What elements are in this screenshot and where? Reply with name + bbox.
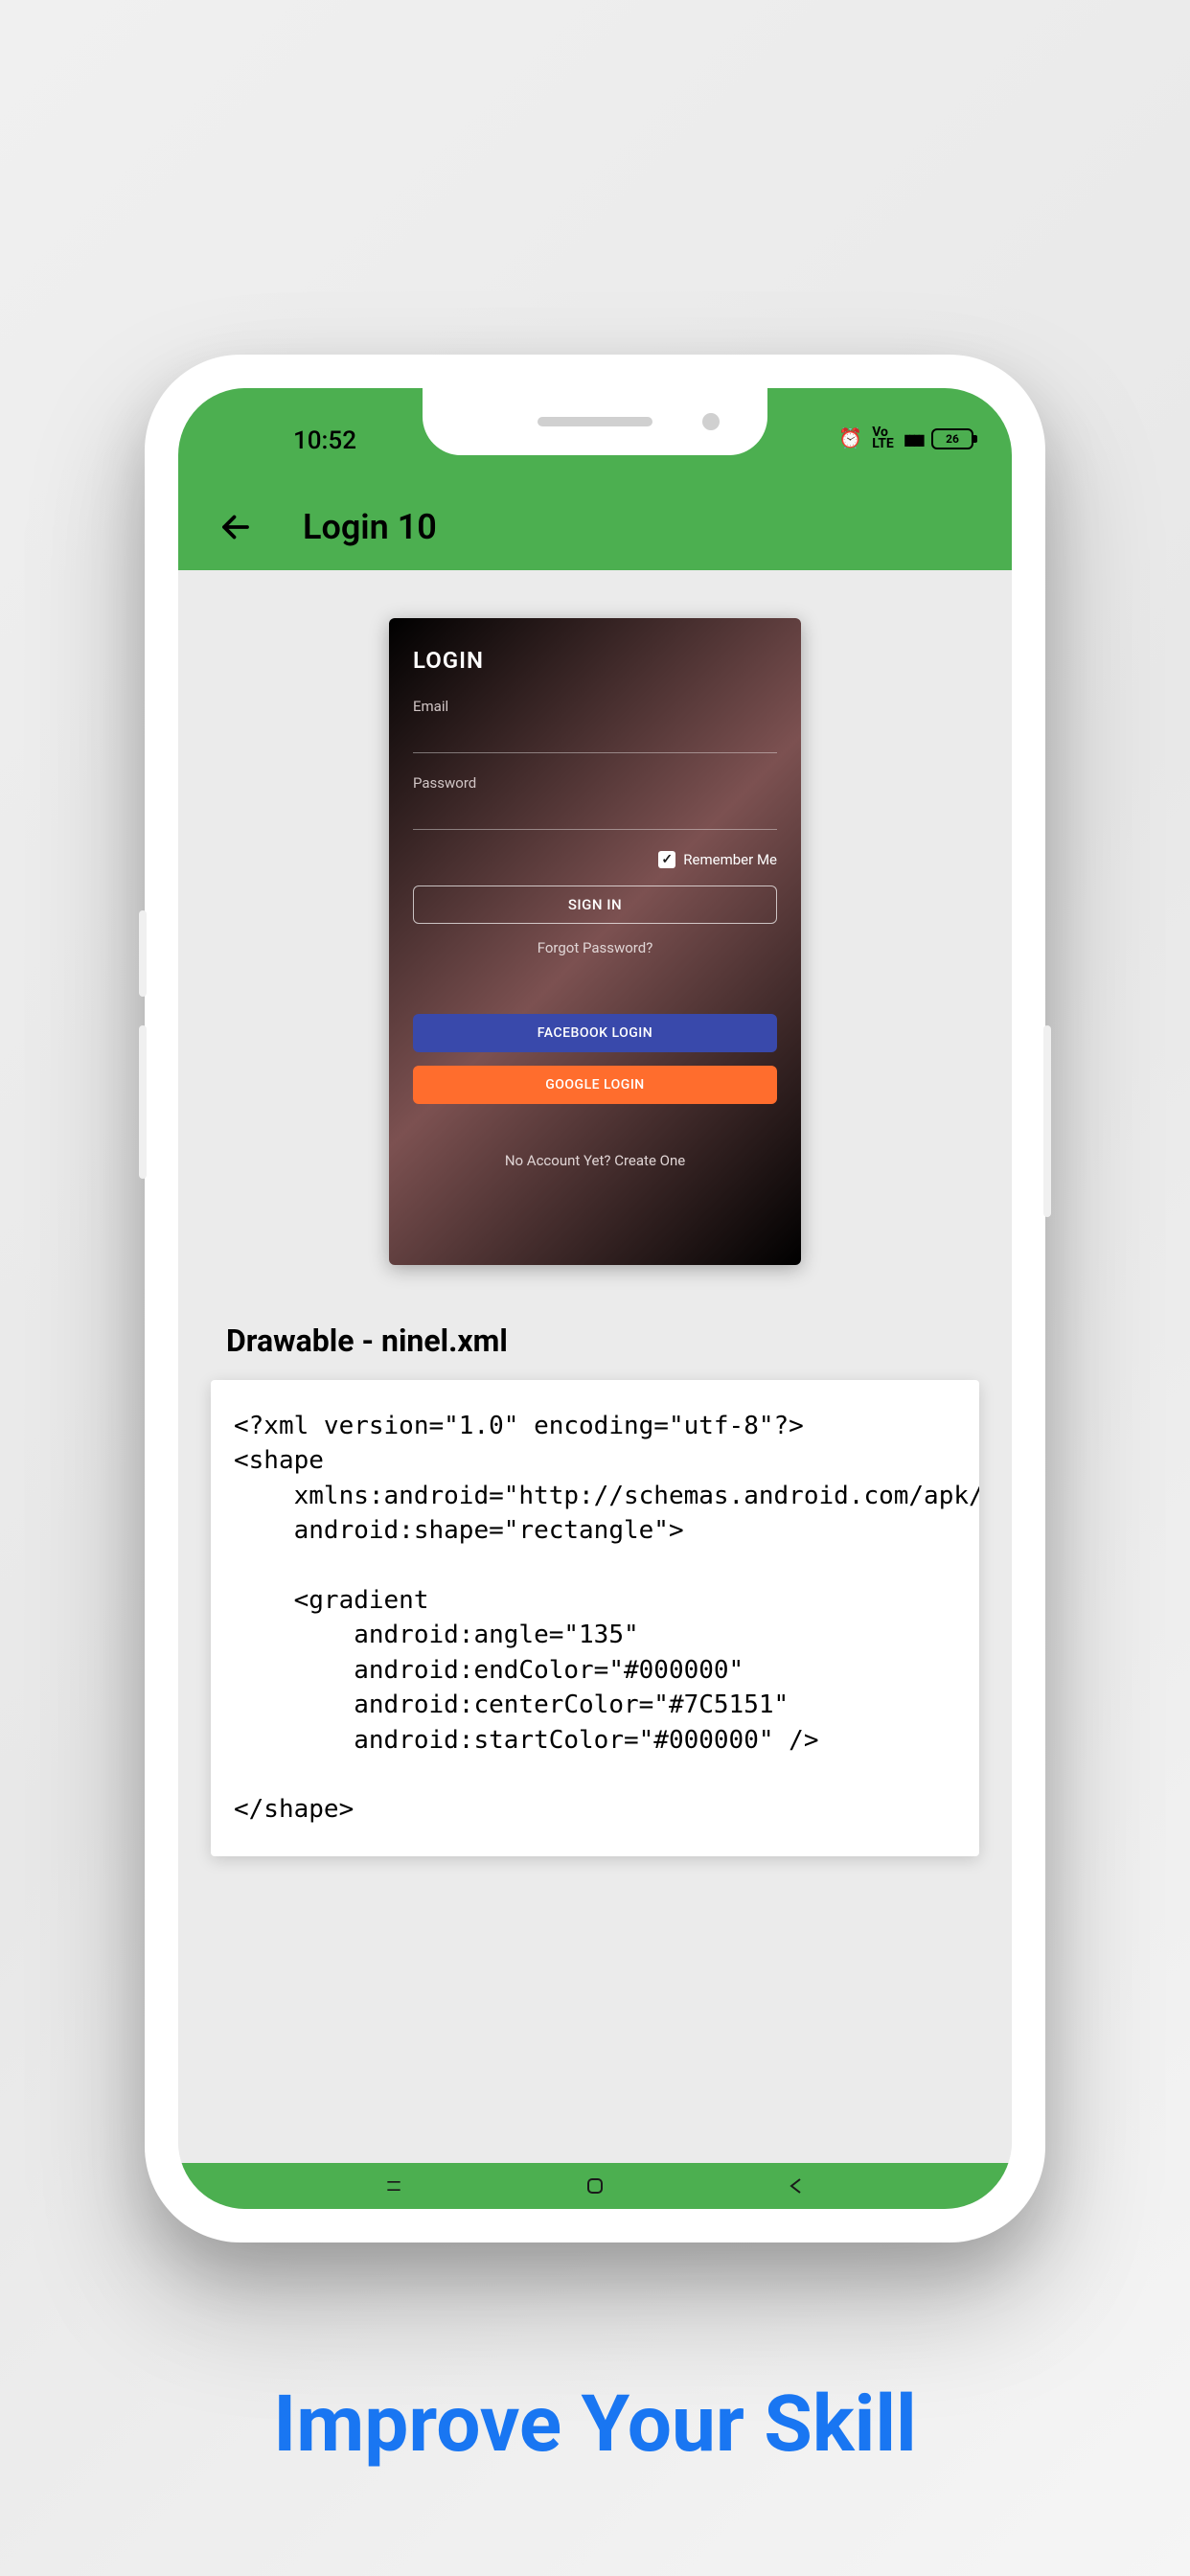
remember-me-label: Remember Me [683, 851, 777, 868]
promo-tagline: Improve Your Skill [0, 2379, 1190, 2471]
arrow-left-icon [218, 510, 253, 544]
app-toolbar: Login 10 [178, 484, 1012, 570]
content-area[interactable]: LOGIN Email Password ✓ Remember Me SIGN … [178, 570, 1012, 2209]
back-nav-button[interactable] [780, 2174, 812, 2197]
google-login-button[interactable]: GOOGLE LOGIN [413, 1066, 777, 1104]
volume-down-button [139, 1025, 147, 1179]
home-button[interactable] [579, 2174, 611, 2197]
recent-icon [380, 2176, 407, 2196]
back-triangle-icon [785, 2174, 808, 2197]
volume-up-button [139, 910, 147, 997]
speaker-grille [538, 417, 652, 426]
checkbox-checked-icon[interactable]: ✓ [658, 851, 675, 868]
home-icon [584, 2174, 606, 2197]
recent-apps-button[interactable] [378, 2174, 410, 2197]
status-time: 10:52 [293, 426, 356, 455]
phone-mockup: 10:52 VoLTE 26 Login 10 LOGIN Email [145, 355, 1045, 2242]
page-title: Login 10 [303, 507, 437, 547]
status-icons: VoLTE 26 [838, 426, 973, 450]
create-account-link[interactable]: No Account Yet? Create One [413, 1152, 777, 1169]
password-input[interactable] [413, 795, 777, 830]
phone-notch [423, 388, 767, 455]
power-button [1043, 1025, 1051, 1217]
email-input[interactable] [413, 719, 777, 753]
back-button[interactable] [217, 508, 255, 546]
password-label: Password [413, 774, 777, 792]
sign-in-button[interactable]: SIGN IN [413, 886, 777, 924]
alarm-icon [838, 426, 862, 450]
signal-icon [904, 426, 922, 450]
remember-me-row[interactable]: ✓ Remember Me [413, 851, 777, 868]
login-preview-card: LOGIN Email Password ✓ Remember Me SIGN … [389, 618, 801, 1265]
volte-icon: VoLTE [872, 427, 894, 448]
android-nav-bar [178, 2163, 1012, 2209]
email-label: Email [413, 698, 777, 715]
login-heading: LOGIN [413, 647, 777, 674]
battery-icon: 26 [931, 428, 973, 449]
forgot-password-link[interactable]: Forgot Password? [413, 939, 777, 956]
phone-screen: 10:52 VoLTE 26 Login 10 LOGIN Email [178, 388, 1012, 2209]
front-camera [702, 413, 720, 430]
facebook-login-button[interactable]: FACEBOOK LOGIN [413, 1014, 777, 1052]
section-heading: Drawable - ninel.xml [226, 1322, 983, 1359]
code-snippet[interactable]: <?xml version="1.0" encoding="utf-8"?> <… [211, 1380, 979, 1856]
